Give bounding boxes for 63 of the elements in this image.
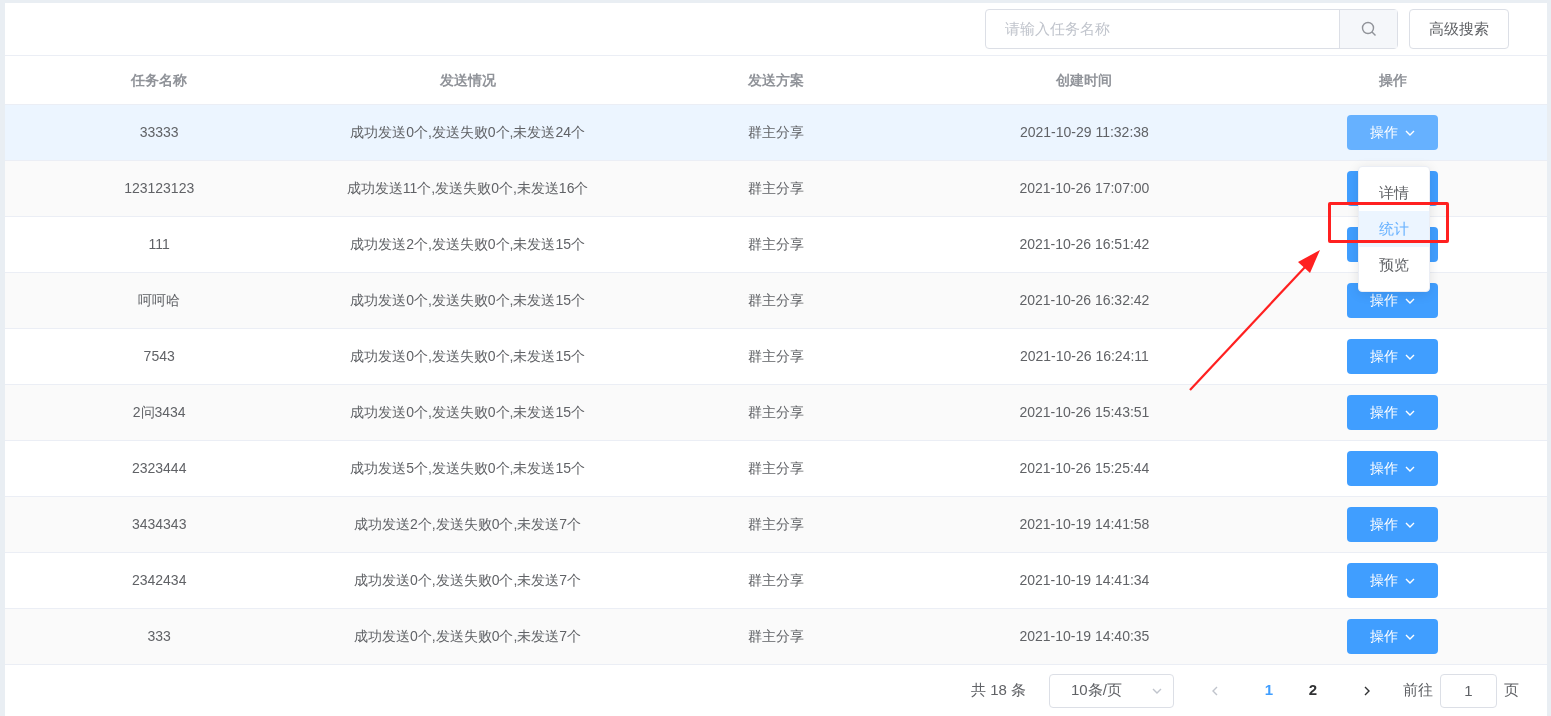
table-cell-text: 111 — [148, 235, 170, 254]
search-button[interactable] — [1339, 10, 1397, 48]
column-header: 发送方案 — [748, 70, 804, 90]
search-box[interactable]: 请输入任务名称 — [985, 9, 1398, 49]
advanced-search-button[interactable]: 高级搜索 — [1409, 9, 1509, 49]
table-cell-text: 群主分享 — [748, 403, 804, 422]
table-cell-text: 2021-10-26 17:07:00 — [1019, 179, 1150, 198]
table-row[interactable]: 3434343 成功发送2个,发送失败0个,未发送7个 群主分享 2021-10-19 14:41:58 操作 — [5, 497, 1547, 553]
search-field[interactable]: 请输入任务名称 — [986, 10, 1339, 48]
table-cell-text: 333 — [147, 627, 171, 646]
table-cell-text: 2021-10-19 14:41:34 — [1019, 571, 1150, 590]
table-cell-text: 群主分享 — [748, 235, 804, 254]
table-row[interactable]: 33333 成功发送0个,发送失败0个,未发送24个 群主分享 2021-10-29 11:32:38 操作 — [5, 105, 1547, 161]
total-count: 共 18 条 — [970, 680, 1026, 701]
page-size-value: 10条/页 — [1071, 680, 1122, 701]
table-cell-text: 群主分享 — [748, 515, 804, 534]
table-cell-text: 2问3434 — [132, 403, 186, 422]
table-cell-text: 2021-10-29 11:32:38 — [1019, 123, 1149, 142]
table-cell-text: 群主分享 — [748, 347, 804, 366]
search-icon — [1360, 21, 1377, 37]
table-row[interactable]: 呵呵哈 成功发送0个,发送失败0个,未发送15个 群主分享 2021-10-26 16:32:42 操作 — [5, 273, 1547, 329]
table-cell-text: 7543 — [143, 347, 175, 366]
table-cell-text: 群主分享 — [748, 571, 804, 590]
table-cell-text: 成功发送0个,发送失败0个,未发送24个 — [350, 123, 586, 142]
table-cell-text: 成功发送0个,发送失败0个,未发送7个 — [354, 571, 582, 590]
table-cell-text: 2021-10-26 16:51:42 — [1019, 235, 1150, 254]
table-cell-text: 成功发送0个,发送失败0个,未发送15个 — [350, 347, 586, 366]
table-row[interactable]: 2问3434 成功发送0个,发送失败0个,未发送15个 群主分享 2021-10-26 15:43:51 操作 — [5, 385, 1547, 441]
table-cell-text: 成功发送5个,发送失败0个,未发送15个 — [350, 459, 586, 478]
table-cell-text: 成功发送0个,发送失败0个,未发送15个 — [350, 403, 586, 422]
table-cell-text: 2021-10-26 15:25:44 — [1019, 459, 1150, 478]
table-cell-text: 33333 — [139, 123, 179, 142]
table-cell-text: 群主分享 — [748, 459, 804, 478]
table-cell-text: 2021-10-19 14:40:35 — [1019, 627, 1150, 646]
table-cell-text: 2323444 — [131, 459, 187, 478]
table-cell-text: 成功发送0个,发送失败0个,未发送15个 — [350, 291, 586, 310]
goto-page-field[interactable]: 1 — [1440, 673, 1497, 708]
table-cell-text: 成功发送11个,发送失败0个,未发送16个 — [346, 179, 589, 198]
table-cell-text: 123123123 — [124, 179, 195, 198]
page-size-select[interactable]: 10条/页 — [1049, 673, 1174, 708]
menu-item[interactable]: 详情 — [1359, 175, 1429, 211]
table-cell-text: 呵呵哈 — [138, 291, 181, 310]
table-cell-text: 成功发送2个,发送失败0个,未发送7个 — [354, 515, 582, 534]
goto-suffix: 页 — [1504, 680, 1519, 701]
table-cell-text: 成功发送2个,发送失败0个,未发送15个 — [350, 235, 586, 254]
table-cell-text: 群主分享 — [748, 291, 804, 310]
table-cell-text: 2021-10-26 16:32:42 — [1019, 291, 1150, 310]
column-header: 发送情况 — [439, 70, 496, 90]
goto-label: 前往 — [1403, 680, 1433, 701]
column-header: 创建时间 — [1056, 70, 1113, 90]
table-cell-text: 2021-10-26 15:43:51 — [1019, 403, 1150, 422]
page-number[interactable]: 2 — [1291, 676, 1335, 705]
table-row[interactable]: 333 成功发送0个,发送失败0个,未发送7个 群主分享 2021-10-19 14:40:35 操作 — [5, 609, 1547, 665]
table-cell-text: 群主分享 — [748, 627, 804, 646]
table-cell-text: 3434343 — [131, 515, 187, 534]
table-cell-text: 成功发送0个,发送失败0个,未发送7个 — [354, 627, 582, 646]
table-cell-text: 2021-10-26 16:24:11 — [1019, 347, 1149, 366]
table-cell-text: 群主分享 — [748, 179, 804, 198]
column-header: 操作 — [1378, 70, 1407, 90]
table-cell-text: 群主分享 — [748, 123, 804, 142]
table-cell-text: 2021-10-19 14:41:58 — [1019, 515, 1150, 534]
table-cell-text: 2342434 — [131, 571, 187, 590]
column-header: 任务名称 — [131, 70, 188, 90]
